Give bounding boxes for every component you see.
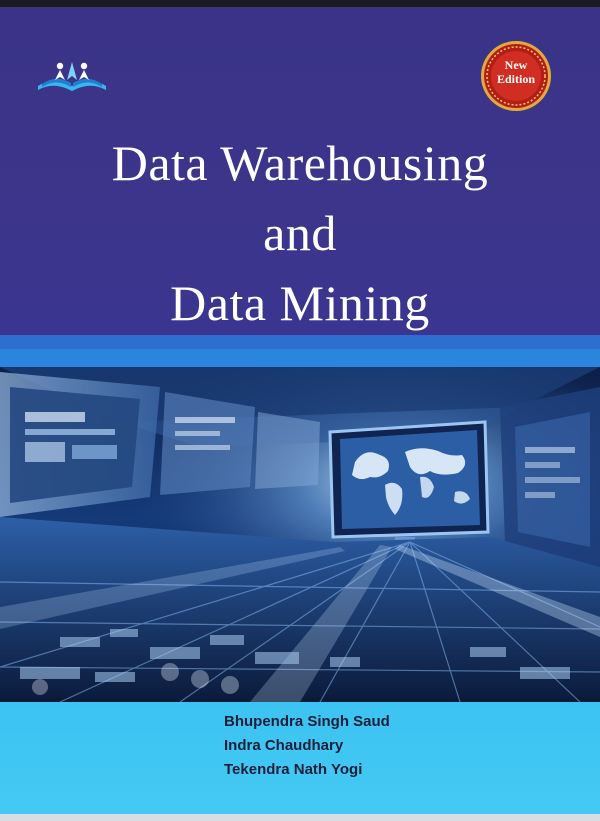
accent-stripe-dark — [0, 335, 600, 349]
author-3: Tekendra Nath Yogi — [224, 761, 363, 778]
book-cover: New Edition Data Warehousing and Data Mi… — [0, 0, 600, 821]
publisher-logo-icon — [38, 62, 106, 91]
book-title: Data Warehousing and Data Mining — [0, 128, 600, 338]
bottom-edge — [0, 814, 600, 821]
title-line-3: Data Mining — [170, 275, 430, 331]
top-edge — [0, 0, 600, 7]
new-edition-badge: New Edition — [480, 58, 552, 86]
author-band: Bhupendra Singh Saud Indra Chaudhary Tek… — [0, 702, 600, 814]
author-2: Indra Chaudhary — [224, 737, 344, 754]
accent-stripe-light — [0, 349, 600, 367]
title-line-1: Data Warehousing — [111, 135, 489, 191]
badge-line-2: Edition — [496, 72, 535, 86]
badge-line-1: New — [504, 58, 528, 72]
title-line-2: and — [263, 205, 337, 261]
cover-artwork-image — [0, 367, 600, 702]
author-1: Bhupendra Singh Saud — [224, 713, 390, 730]
author-list: Bhupendra Singh Saud Indra Chaudhary Tek… — [224, 710, 390, 782]
